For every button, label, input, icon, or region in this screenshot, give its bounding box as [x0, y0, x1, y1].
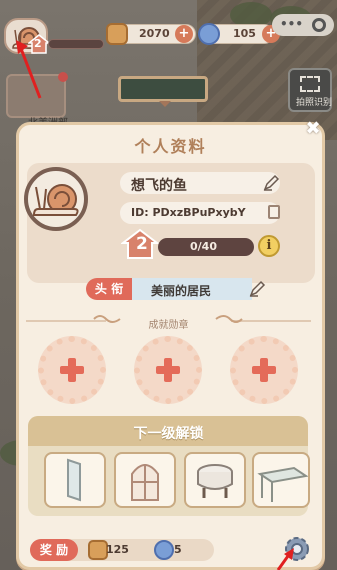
coin-icon: [88, 540, 108, 560]
mirror-icon: [67, 458, 81, 502]
copy-id-icon[interactable]: [268, 205, 280, 219]
player-level: 2: [136, 234, 148, 254]
mini-program-menu[interactable]: •••: [272, 14, 334, 36]
gem-icon: [154, 540, 174, 560]
title-value: 美丽的居民: [151, 284, 212, 298]
more-icon[interactable]: •••: [280, 17, 303, 31]
stool-icon: [197, 464, 233, 498]
xp-text: 0/40: [190, 240, 217, 253]
table-icon: [257, 466, 309, 502]
arched-window-icon: [131, 464, 159, 501]
edit-title-icon[interactable]: [248, 280, 266, 298]
unlock-item-slot[interactable]: [114, 452, 176, 508]
player-id: ID: PDxzBPuPxybY: [131, 206, 246, 219]
shop-sign[interactable]: [118, 76, 208, 107]
achievements-label: 成就勋章: [148, 320, 189, 331]
unlock-item-slot[interactable]: [184, 452, 246, 508]
gem-value: 105: [233, 27, 256, 40]
add-coins-button[interactable]: +: [175, 25, 193, 43]
notification-dot: [58, 72, 68, 82]
coin-icon: [106, 23, 128, 45]
achievement-slot[interactable]: [134, 336, 202, 404]
reward-label: 奖 励: [30, 539, 78, 561]
title-tag: 头 衔: [86, 278, 132, 300]
panel-title: 个人资料: [134, 137, 207, 156]
hud-xp-bar: [48, 39, 104, 49]
unlock-item-slot[interactable]: [44, 452, 106, 508]
achievement-slot[interactable]: [38, 336, 106, 404]
achievement-slot[interactable]: [230, 336, 298, 404]
gem-icon: [198, 23, 220, 45]
scan-label: 拍照识别: [296, 98, 333, 108]
reward-gem-value: 5: [174, 543, 182, 556]
close-app-icon[interactable]: [312, 18, 326, 32]
unlock-title: 下一级解锁: [133, 426, 204, 442]
player-name: 想飞的鱼: [131, 178, 187, 194]
edit-name-icon[interactable]: [262, 174, 280, 192]
profile-avatar[interactable]: [24, 167, 88, 231]
coin-value: 2070: [139, 27, 170, 40]
close-button[interactable]: ✖: [302, 119, 324, 141]
camera-frame-icon: [300, 76, 320, 92]
level-info-button[interactable]: i: [258, 235, 280, 257]
tutorial-arrow-bottom: [276, 548, 294, 570]
unlock-item-slot[interactable]: [252, 452, 310, 508]
snail-avatar-icon: [32, 184, 79, 216]
reward-coin-value: 125: [106, 543, 129, 556]
tutorial-arrow-top: [16, 40, 42, 99]
